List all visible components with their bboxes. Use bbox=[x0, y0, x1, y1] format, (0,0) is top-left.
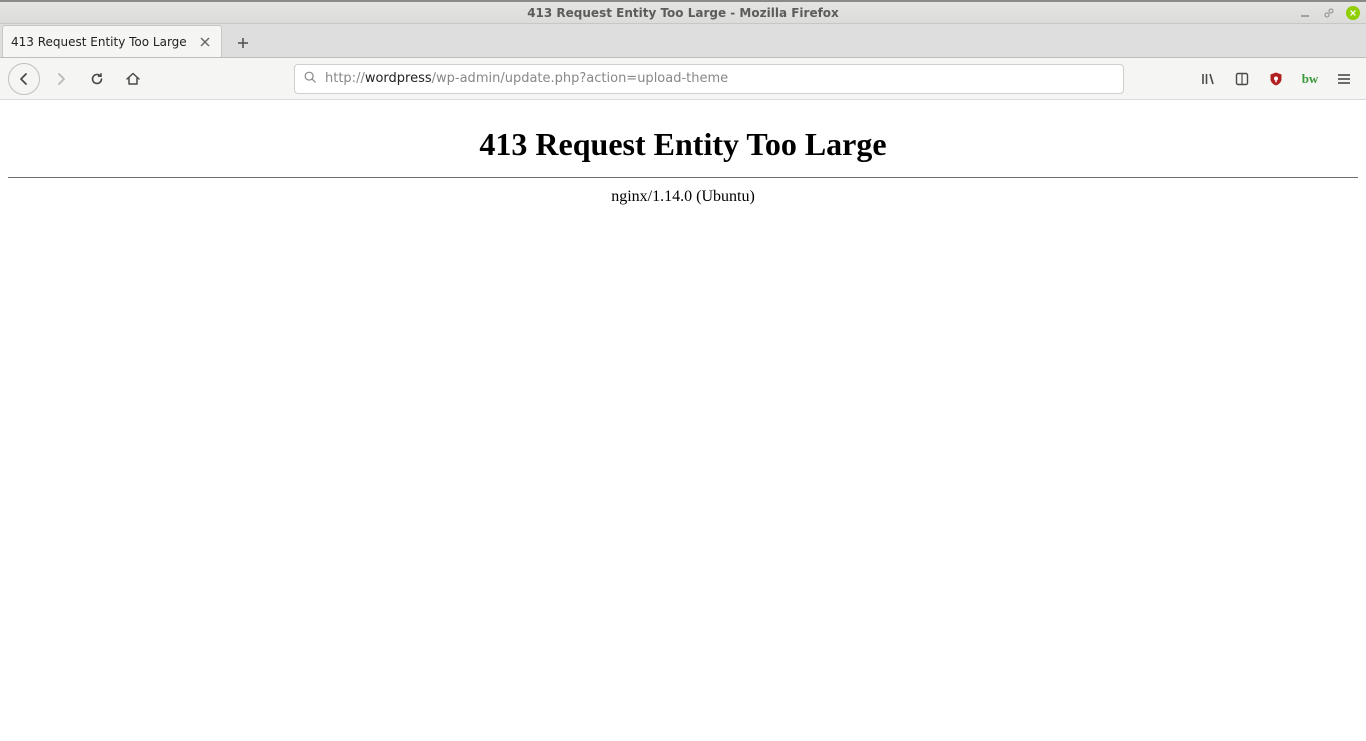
window-titlebar: 413 Request Entity Too Large - Mozilla F… bbox=[0, 0, 1366, 24]
new-tab-button[interactable] bbox=[228, 29, 258, 57]
error-heading: 413 Request Entity Too Large bbox=[0, 126, 1366, 163]
navigation-toolbar: http://wordpress/wp-admin/update.php?act… bbox=[0, 58, 1366, 100]
back-button[interactable] bbox=[8, 63, 40, 95]
reload-button[interactable] bbox=[82, 64, 112, 94]
url-path: /wp-admin/update.php?action=upload-theme bbox=[432, 71, 729, 86]
tab-strip: 413 Request Entity Too Large bbox=[0, 24, 1366, 58]
bitwarden-icon[interactable]: bw bbox=[1300, 69, 1320, 89]
url-bar[interactable]: http://wordpress/wp-admin/update.php?act… bbox=[294, 64, 1124, 94]
menu-button[interactable] bbox=[1334, 69, 1354, 89]
ublock-icon[interactable] bbox=[1266, 69, 1286, 89]
tab-title: 413 Request Entity Too Large bbox=[11, 35, 197, 49]
page-content: 413 Request Entity Too Large nginx/1.14.… bbox=[0, 100, 1366, 206]
window-minimize-button[interactable] bbox=[1298, 6, 1312, 20]
divider bbox=[8, 177, 1358, 178]
window-close-button[interactable] bbox=[1346, 6, 1360, 20]
toolbar-right-icons: bw bbox=[1198, 69, 1358, 89]
search-icon bbox=[303, 70, 317, 88]
tab-close-button[interactable] bbox=[197, 34, 213, 50]
window-title: 413 Request Entity Too Large - Mozilla F… bbox=[527, 6, 839, 20]
url-prefix: http:// bbox=[325, 71, 365, 86]
forward-button[interactable] bbox=[46, 64, 76, 94]
server-signature: nginx/1.14.0 (Ubuntu) bbox=[0, 188, 1366, 206]
home-button[interactable] bbox=[118, 64, 148, 94]
window-controls bbox=[1298, 2, 1360, 23]
window-maximize-button[interactable] bbox=[1322, 6, 1336, 20]
url-text: http://wordpress/wp-admin/update.php?act… bbox=[325, 71, 1115, 86]
library-icon[interactable] bbox=[1198, 69, 1218, 89]
browser-tab[interactable]: 413 Request Entity Too Large bbox=[2, 25, 222, 57]
reader-view-icon[interactable] bbox=[1232, 69, 1252, 89]
url-host: wordpress bbox=[365, 71, 432, 86]
